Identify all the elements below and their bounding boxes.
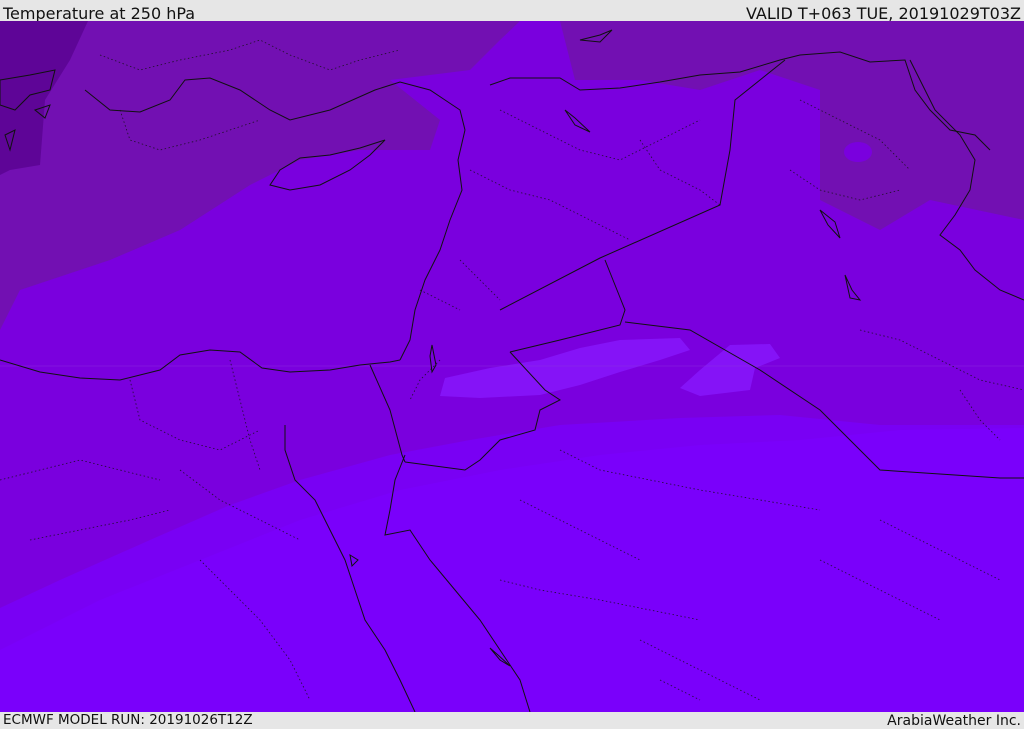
credit-label: ArabiaWeather Inc. bbox=[887, 713, 1021, 729]
header-bar: Temperature at 250 hPa VALID T+063 TUE, … bbox=[0, 0, 1024, 23]
temperature-map bbox=[0, 21, 1024, 712]
temp-patch-3 bbox=[844, 142, 872, 162]
footer-bar: ECMWF MODEL RUN: 20191026T12Z ArabiaWeat… bbox=[0, 712, 1024, 729]
map-page: Temperature at 250 hPa VALID T+063 TUE, … bbox=[0, 0, 1024, 729]
model-run-label: ECMWF MODEL RUN: 20191026T12Z bbox=[3, 712, 253, 728]
temp-patch-4 bbox=[698, 101, 712, 111]
